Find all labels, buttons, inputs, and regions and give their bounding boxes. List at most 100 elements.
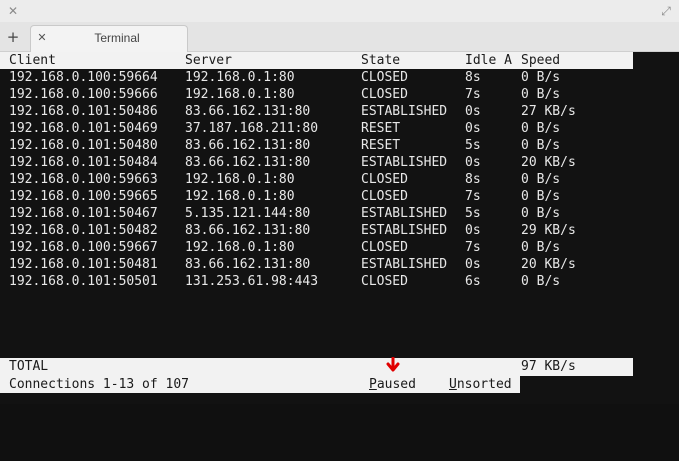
table-row[interactable]: 192.168.0.101:50486 83.66.162.131:80 ESTAB… (0, 103, 633, 120)
table-header: Client Server State Idle A Speed (0, 52, 633, 69)
table-row[interactable]: 192.168.0.100:59667 192.168.0.1:80 CLOSED 7… (0, 239, 633, 256)
cell-server: 192.168.0.1:80 (185, 189, 295, 204)
cell-client: 192.168.0.101:50467 (9, 206, 158, 221)
cell-speed: 0 B/s (521, 138, 561, 153)
cell-idle: 7s (465, 240, 481, 255)
cell-state: ESTABLISHED (361, 104, 448, 119)
cell-client: 192.168.0.100:59663 (9, 172, 158, 187)
table-row[interactable]: 192.168.0.101:50469 37.187.168.211:80 RESE… (0, 120, 633, 137)
cell-state: RESET (361, 138, 401, 153)
table-row[interactable]: 192.168.0.101:50480 83.66.162.131:80 RESET… (0, 137, 633, 154)
cell-speed: 0 B/s (521, 274, 561, 289)
table-row[interactable]: 192.168.0.100:59663 192.168.0.1:80 CLOSED 8… (0, 171, 633, 188)
table-row[interactable]: 192.168.0.101:50467 5.135.121.144:80 ESTAB… (0, 205, 633, 222)
cell-client: 192.168.0.101:50484 (9, 155, 158, 170)
cell-server: 83.66.162.131:80 (185, 155, 311, 170)
cell-server: 192.168.0.1:80 (185, 70, 295, 85)
table-row[interactable]: 192.168.0.101:50482 83.66.162.131:80 ESTAB… (0, 222, 633, 239)
title-bar: ✕ ⤢ (0, 0, 679, 23)
tab-bar: + ✕ Terminal (0, 22, 679, 52)
cell-speed: 29 KB/s (521, 223, 576, 238)
cell-state: CLOSED (361, 70, 408, 85)
cell-server: 131.253.61.98:443 (185, 274, 319, 289)
cell-client: 192.168.0.100:59665 (9, 189, 158, 204)
cell-speed: 0 B/s (521, 172, 561, 187)
status-bar: TOTAL 97 KB/s Connections 1-13 of 107 Pa… (0, 358, 633, 393)
sort-toggle[interactable]: Unsorted (449, 376, 512, 393)
total-line: TOTAL 97 KB/s (0, 358, 633, 375)
cell-state: CLOSED (361, 87, 408, 102)
cell-speed: 27 KB/s (521, 104, 576, 119)
connections-count: Connections 1-13 of 107 (9, 377, 190, 392)
table-row[interactable]: 192.168.0.101:50484 83.66.162.131:80 ESTAB… (0, 154, 633, 171)
terminal-content[interactable]: Client Server State Idle A Speed 192.168… (0, 52, 679, 404)
cell-idle: 0s (465, 104, 481, 119)
terminal-window: ✕ ⤢ + ✕ Terminal Client Server State Idl… (0, 0, 679, 404)
cell-server: 83.66.162.131:80 (185, 138, 311, 153)
cell-speed: 0 B/s (521, 206, 561, 221)
table-row[interactable]: 192.168.0.100:59664 192.168.0.1:80 CLOSED 8… (0, 69, 633, 86)
column-header-speed[interactable]: Speed (521, 52, 560, 69)
cell-idle: 5s (465, 206, 481, 221)
cell-client: 192.168.0.101:50481 (9, 257, 158, 272)
column-header-idle[interactable]: Idle A (465, 52, 512, 69)
cell-idle: 0s (465, 121, 481, 136)
cell-client: 192.168.0.101:50486 (9, 104, 158, 119)
cell-state: ESTABLISHED (361, 155, 448, 170)
cell-client: 192.168.0.100:59664 (9, 70, 158, 85)
column-header-client[interactable]: Client (9, 52, 56, 69)
new-tab-button[interactable]: + (3, 27, 23, 47)
cell-state: RESET (361, 121, 401, 136)
cell-client: 192.168.0.100:59666 (9, 87, 158, 102)
tab-close-icon[interactable]: ✕ (35, 31, 49, 45)
cell-idle: 8s (465, 172, 481, 187)
cell-state: CLOSED (361, 189, 408, 204)
cell-state: CLOSED (361, 240, 408, 255)
paused-toggle[interactable]: Paused (369, 376, 416, 393)
cell-idle: 7s (465, 87, 481, 102)
cell-client: 192.168.0.101:50480 (9, 138, 158, 153)
table-row[interactable]: 192.168.0.101:50481 83.66.162.131:80 ESTAB… (0, 256, 633, 273)
cell-idle: 7s (465, 189, 481, 204)
cell-server: 83.66.162.131:80 (185, 104, 311, 119)
cell-state: CLOSED (361, 274, 408, 289)
cell-server: 5.135.121.144:80 (185, 206, 311, 221)
column-header-state[interactable]: State (361, 52, 400, 69)
cell-state: ESTABLISHED (361, 206, 448, 221)
cell-server: 192.168.0.1:80 (185, 240, 295, 255)
cell-speed: 0 B/s (521, 87, 561, 102)
cell-speed: 0 B/s (521, 121, 561, 136)
cell-idle: 8s (465, 70, 481, 85)
cell-idle: 5s (465, 138, 481, 153)
cell-state: ESTABLISHED (361, 223, 448, 238)
window-maximize-icon[interactable]: ⤢ (657, 2, 675, 20)
cell-speed: 20 KB/s (521, 155, 576, 170)
cell-state: ESTABLISHED (361, 257, 448, 272)
table-row[interactable]: 192.168.0.101:50501 131.253.61.98:443 CLOS… (0, 273, 633, 290)
cell-server: 192.168.0.1:80 (185, 172, 295, 187)
cell-client: 192.168.0.101:50469 (9, 121, 158, 136)
tab-terminal[interactable]: ✕ Terminal (30, 25, 188, 52)
cell-server: 37.187.168.211:80 (185, 121, 319, 136)
cell-speed: 0 B/s (521, 240, 561, 255)
cell-idle: 0s (465, 257, 481, 272)
cell-speed: 20 KB/s (521, 257, 576, 272)
tab-label: Terminal (94, 31, 140, 45)
cell-client: 192.168.0.100:59667 (9, 240, 158, 255)
cell-server: 83.66.162.131:80 (185, 223, 311, 238)
total-speed: 97 KB/s (521, 359, 576, 374)
table-row[interactable]: 192.168.0.100:59665 192.168.0.1:80 CLOSED 7… (0, 188, 633, 205)
total-label: TOTAL (9, 359, 49, 374)
cell-server: 83.66.162.131:80 (185, 257, 311, 272)
cell-state: CLOSED (361, 172, 408, 187)
cell-idle: 6s (465, 274, 481, 289)
table-row[interactable]: 192.168.0.100:59666 192.168.0.1:80 CLOSED 7… (0, 86, 633, 103)
column-header-server[interactable]: Server (185, 52, 232, 69)
cell-speed: 0 B/s (521, 189, 561, 204)
cell-idle: 0s (465, 155, 481, 170)
cell-client: 192.168.0.101:50482 (9, 223, 158, 238)
cell-idle: 0s (465, 223, 481, 238)
annotation-arrow-icon (386, 357, 400, 372)
cell-server: 192.168.0.1:80 (185, 87, 295, 102)
window-close-icon[interactable]: ✕ (4, 2, 22, 20)
